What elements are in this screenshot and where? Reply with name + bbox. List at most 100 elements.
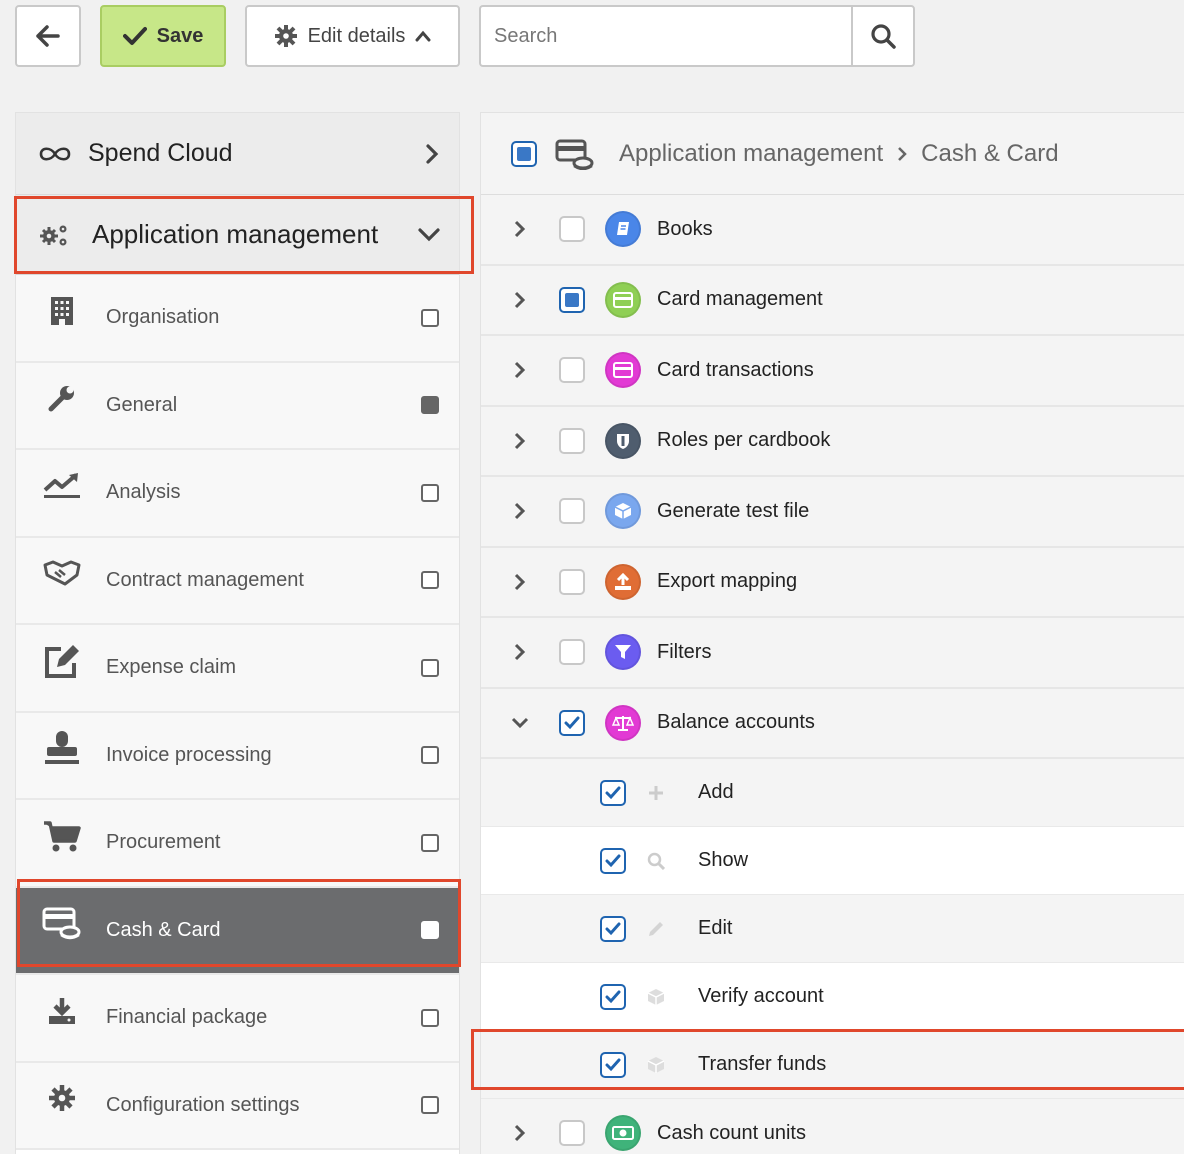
chevron-down-icon[interactable] [511,717,529,729]
sidebar-item-financial-package[interactable]: Financial package [16,975,459,1063]
sidebar-item-procurement[interactable]: Procurement [16,800,459,888]
row-checkbox[interactable] [559,216,585,243]
sidebar-spend-cloud[interactable]: Spend Cloud [16,113,459,195]
pencil-icon [644,920,668,938]
wrench-icon [42,378,82,418]
search-input[interactable] [479,5,852,67]
edit-details-label: Edit details [307,24,406,47]
row-checkbox[interactable] [559,1120,585,1147]
edit-details-button[interactable]: Edit details [245,5,460,67]
sidebar-item-checkbox[interactable] [421,308,439,327]
row-checkbox[interactable] [559,357,585,384]
permission-row-card-transactions[interactable]: Card transactions [481,336,1184,407]
permission-row-books[interactable]: Books [481,195,1184,266]
subpermission-row-add[interactable]: Add [481,759,1184,827]
search-icon [644,852,668,870]
sidebar-item-configuration-settings[interactable]: Configuration settings [16,1062,459,1150]
row-checkbox[interactable] [559,639,585,666]
sidebar-item-checkbox[interactable] [421,1096,439,1115]
save-button[interactable]: Save [100,5,226,67]
sidebar-item-analysis[interactable]: Analysis [16,450,459,538]
handshake-icon [42,553,82,593]
subrow-label: Transfer funds [698,1053,827,1075]
permission-row-generate-test-file[interactable]: Generate test file [481,477,1184,548]
sidebar-application-management-label: Application management [92,219,379,249]
subrow-checkbox[interactable] [600,1051,626,1078]
sidebar-item-organisation[interactable]: Organisation [16,275,459,363]
sidebar: Spend Cloud Application management Organ… [15,112,460,1154]
subpermission-row-edit[interactable]: Edit [481,895,1184,963]
permission-row-filters[interactable]: Filters [481,618,1184,689]
back-button[interactable] [15,5,81,67]
chevron-right-icon[interactable] [511,361,529,379]
row-checkbox[interactable] [559,427,585,454]
sidebar-item-contract-management[interactable]: Contract management [16,537,459,625]
permission-row-export-mapping[interactable]: Export mapping [481,547,1184,618]
breadcrumb: Application management Cash & Card [619,140,1059,168]
subrow-checkbox[interactable] [600,915,626,942]
chevron-right-icon [426,143,439,164]
book-icon [605,211,641,248]
row-checkbox[interactable] [559,286,585,313]
chevron-right-icon[interactable] [511,432,529,450]
chevron-down-icon [418,227,440,241]
upload-icon [605,563,641,600]
shield-icon [605,422,641,459]
chevron-right-icon[interactable] [511,502,529,520]
permission-row-card-management[interactable]: Card management [481,265,1184,336]
subrow-checkbox[interactable] [600,779,626,806]
permission-row-balance-accounts[interactable]: Balance accounts [481,688,1184,759]
sidebar-item-label: Cash & Card [106,918,221,941]
row-checkbox[interactable] [559,709,585,736]
chart-line-icon [42,466,82,506]
subrow-checkbox[interactable] [600,983,626,1010]
sidebar-item-expense-claim[interactable]: Expense claim [16,625,459,713]
cart-icon [42,816,82,856]
sidebar-item-invoice-processing[interactable]: Invoice processing [16,712,459,800]
download-icon [42,991,82,1031]
breadcrumb-item[interactable]: Application management [619,140,883,168]
subrow-label: Add [698,781,734,803]
sidebar-item-checkbox[interactable] [421,483,439,502]
chevron-up-icon [415,30,431,42]
sidebar-item-checkbox[interactable] [421,571,439,590]
cube-icon [644,988,668,1006]
sidebar-application-management[interactable]: Application management [16,195,459,275]
chevron-right-icon[interactable] [511,573,529,591]
chevron-right-icon[interactable] [511,643,529,661]
sidebar-item-checkbox[interactable] [421,658,439,677]
balance-icon [605,704,641,741]
permission-row-cash-count-units[interactable]: Cash count units [481,1099,1184,1154]
subrow-label: Edit [698,917,733,939]
permission-row-roles-per-cardbook[interactable]: Roles per cardbook [481,406,1184,477]
subpermission-row-verify-account[interactable]: Verify account [481,963,1184,1031]
gears-icon [40,225,67,245]
chevron-right-icon[interactable] [511,1124,529,1142]
checkmark-icon [605,1058,621,1071]
panel-header: Application management Cash & Card [481,113,1184,195]
sidebar-item-checkbox[interactable] [421,1008,439,1027]
row-checkbox[interactable] [559,568,585,595]
sidebar-spend-cloud-label: Spend Cloud [88,139,233,167]
plus-icon [644,785,668,801]
sidebar-item-checkbox[interactable] [421,921,439,940]
row-label: Cash count units [657,1121,806,1144]
sidebar-item-checkbox[interactable] [421,396,439,415]
chevron-right-icon [898,146,907,161]
chevron-right-icon[interactable] [511,220,529,238]
sidebar-item-checkbox[interactable] [421,833,439,852]
row-checkbox[interactable] [559,498,585,525]
chevron-right-icon[interactable] [511,291,529,309]
sidebar-item-label: Invoice processing [106,743,272,766]
checkmark-icon [605,786,621,799]
sidebar-item-cash-and-card[interactable]: Cash & Card [16,887,459,975]
sidebar-item-general[interactable]: General [16,362,459,450]
subrow-label: Verify account [698,985,824,1007]
sidebar-item-checkbox[interactable] [421,746,439,765]
select-all-checkbox[interactable] [511,140,537,167]
subrow-checkbox[interactable] [600,847,626,874]
search-button[interactable] [851,5,915,67]
subpermission-row-transfer-funds[interactable]: Transfer funds [481,1031,1184,1099]
subpermission-row-show[interactable]: Show [481,827,1184,895]
card-icon [605,352,641,389]
